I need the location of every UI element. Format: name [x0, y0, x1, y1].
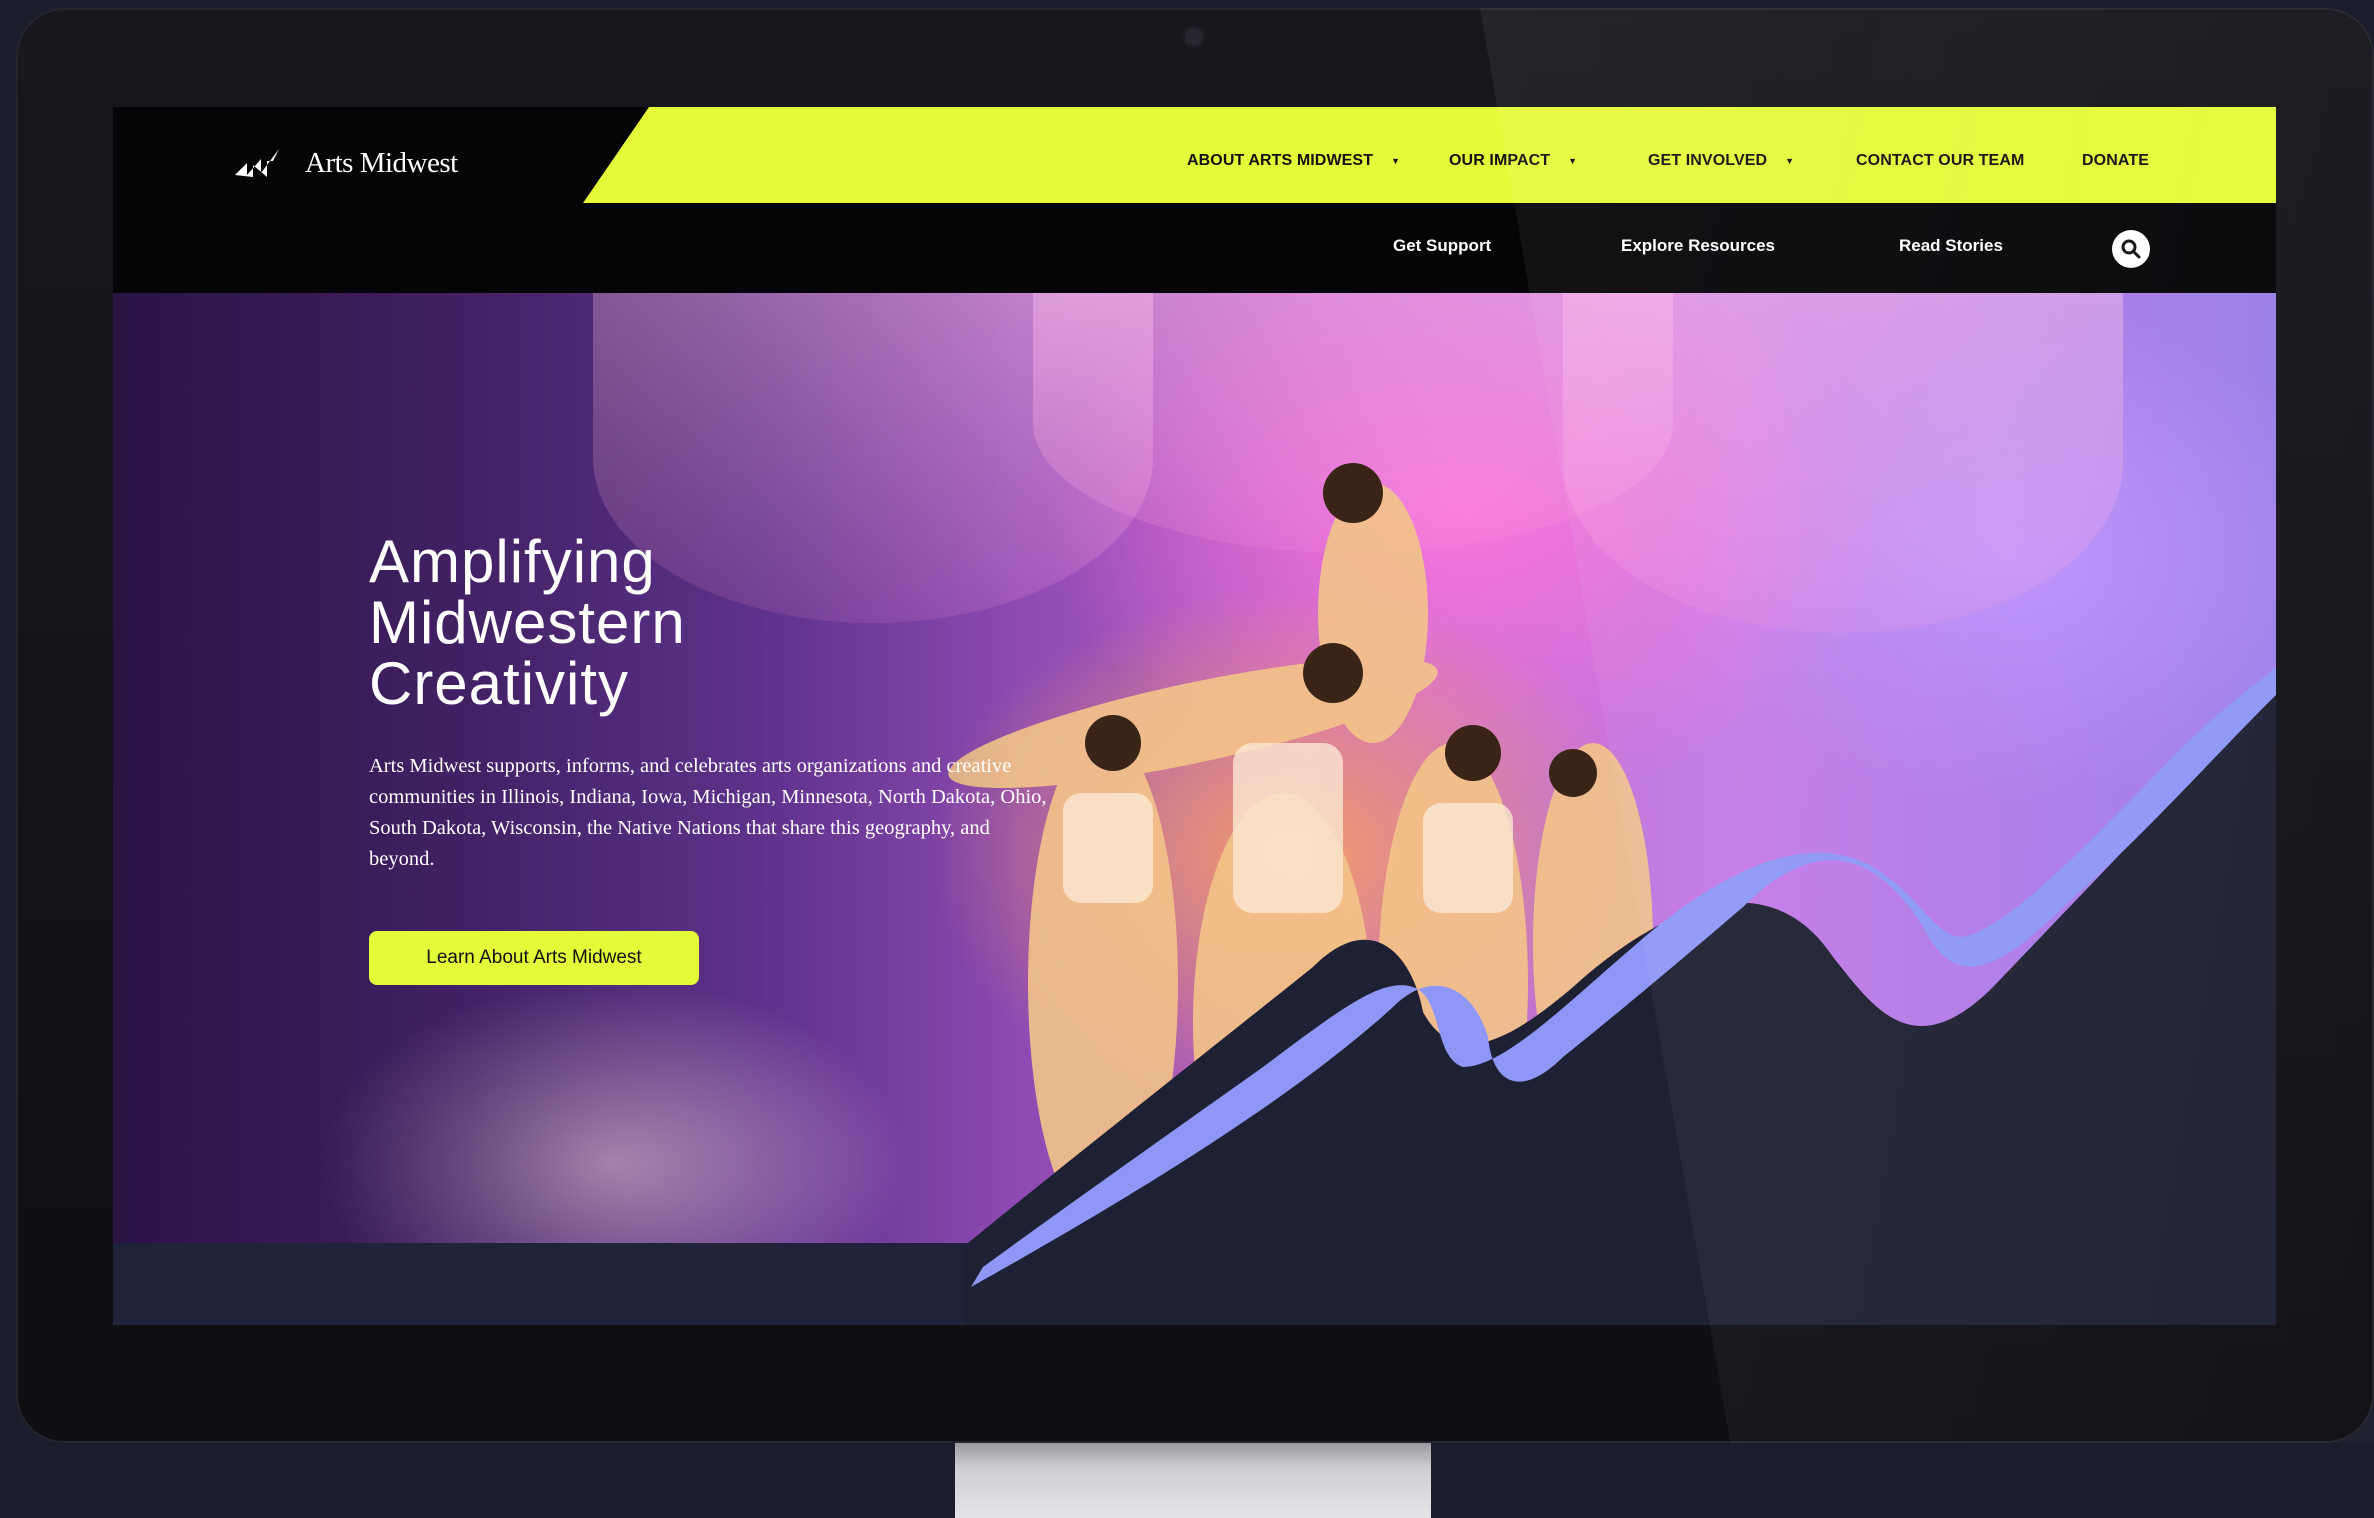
caret-down-icon: ▼ — [1785, 156, 1795, 166]
search-button[interactable] — [2112, 230, 2150, 268]
hero-title: Amplifying Midwestern Creativity — [369, 531, 1069, 714]
hero-title-line: Midwestern — [369, 589, 686, 656]
nav-about[interactable]: ABOUT ARTS MIDWEST ▼ — [1187, 152, 1400, 170]
nav-get-involved-label: GET INVOLVED — [1648, 152, 1768, 169]
webcam — [1185, 28, 1203, 46]
nav-donate[interactable]: DONATE — [2082, 152, 2149, 170]
search-icon — [2121, 239, 2141, 259]
hero-description: Arts Midwest supports, informs, and cele… — [369, 755, 1047, 870]
nav-about-label: ABOUT ARTS MIDWEST — [1187, 152, 1374, 169]
subnav-read-stories[interactable]: Read Stories — [1899, 236, 2003, 256]
subnav-explore-resources[interactable]: Explore Resources — [1621, 236, 1775, 256]
nav-contact-label: CONTACT OUR TEAM — [1856, 152, 2025, 169]
primary-nav: ABOUT ARTS MIDWEST ▼ OUR IMPACT ▼ GET IN… — [113, 107, 2276, 203]
learn-about-button[interactable]: Learn About Arts Midwest — [369, 931, 699, 985]
monitor-stand — [955, 1443, 1431, 1518]
nav-donate-label: DONATE — [2082, 152, 2149, 169]
nav-our-impact-label: OUR IMPACT — [1449, 152, 1551, 169]
hero-title-line: Amplifying — [369, 528, 656, 595]
nav-contact[interactable]: CONTACT OUR TEAM — [1856, 152, 2024, 170]
hero-title-line: Creativity — [369, 650, 630, 717]
page-bottom-band — [113, 1243, 2276, 1325]
caret-down-icon: ▼ — [1568, 156, 1578, 166]
caret-down-icon: ▼ — [1391, 156, 1401, 166]
hero-section: Amplifying Midwestern Creativity Arts Mi… — [113, 293, 2276, 1243]
nav-get-involved[interactable]: GET INVOLVED ▼ — [1648, 152, 1794, 170]
subnav-get-support[interactable]: Get Support — [1393, 236, 1491, 256]
nav-our-impact[interactable]: OUR IMPACT ▼ — [1449, 152, 1577, 170]
site-header: Arts Midwest ABOUT ARTS MIDWEST ▼ OUR IM… — [113, 107, 2276, 293]
website-screen: Arts Midwest ABOUT ARTS MIDWEST ▼ OUR IM… — [113, 107, 2276, 1325]
